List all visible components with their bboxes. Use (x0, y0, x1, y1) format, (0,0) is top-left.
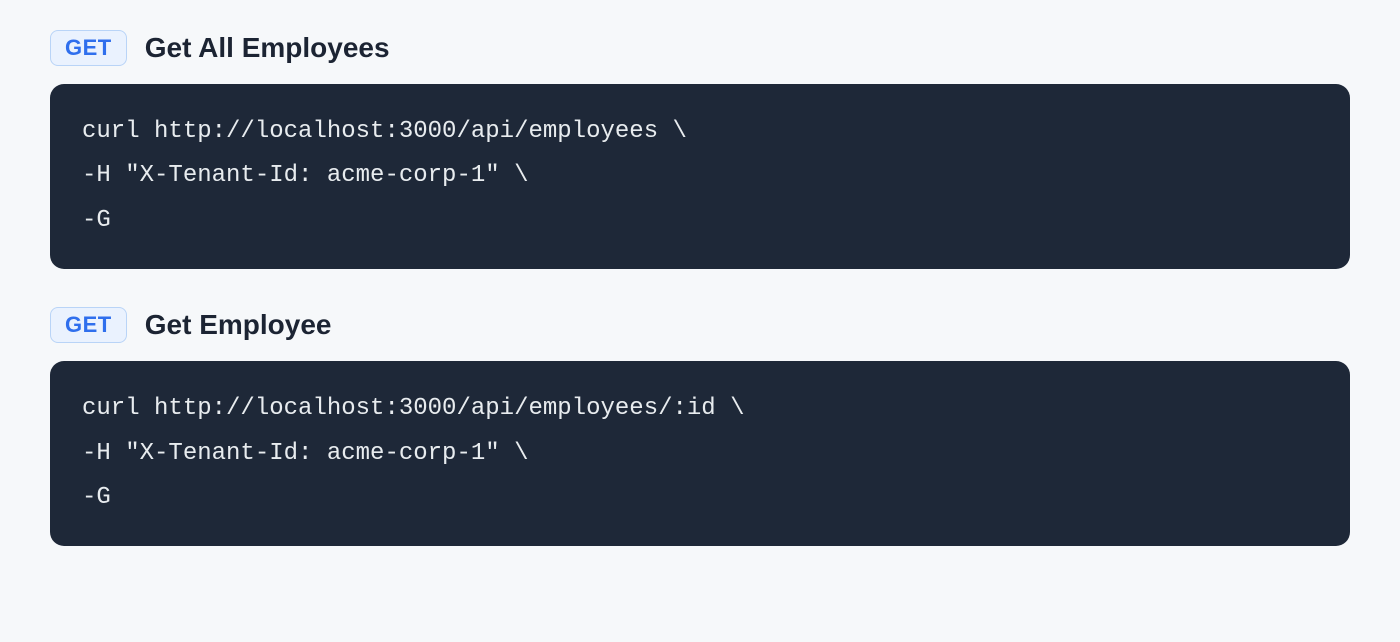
endpoint-get-employee: GET Get Employee curl http://localhost:3… (50, 307, 1350, 546)
http-method-badge: GET (50, 30, 127, 66)
endpoint-header: GET Get All Employees (50, 30, 1350, 66)
code-block[interactable]: curl http://localhost:3000/api/employees… (50, 84, 1350, 269)
http-method-badge: GET (50, 307, 127, 343)
endpoint-get-all-employees: GET Get All Employees curl http://localh… (50, 30, 1350, 269)
code-block[interactable]: curl http://localhost:3000/api/employees… (50, 361, 1350, 546)
endpoint-title: Get Employee (145, 309, 332, 341)
endpoint-header: GET Get Employee (50, 307, 1350, 343)
endpoint-title: Get All Employees (145, 32, 390, 64)
